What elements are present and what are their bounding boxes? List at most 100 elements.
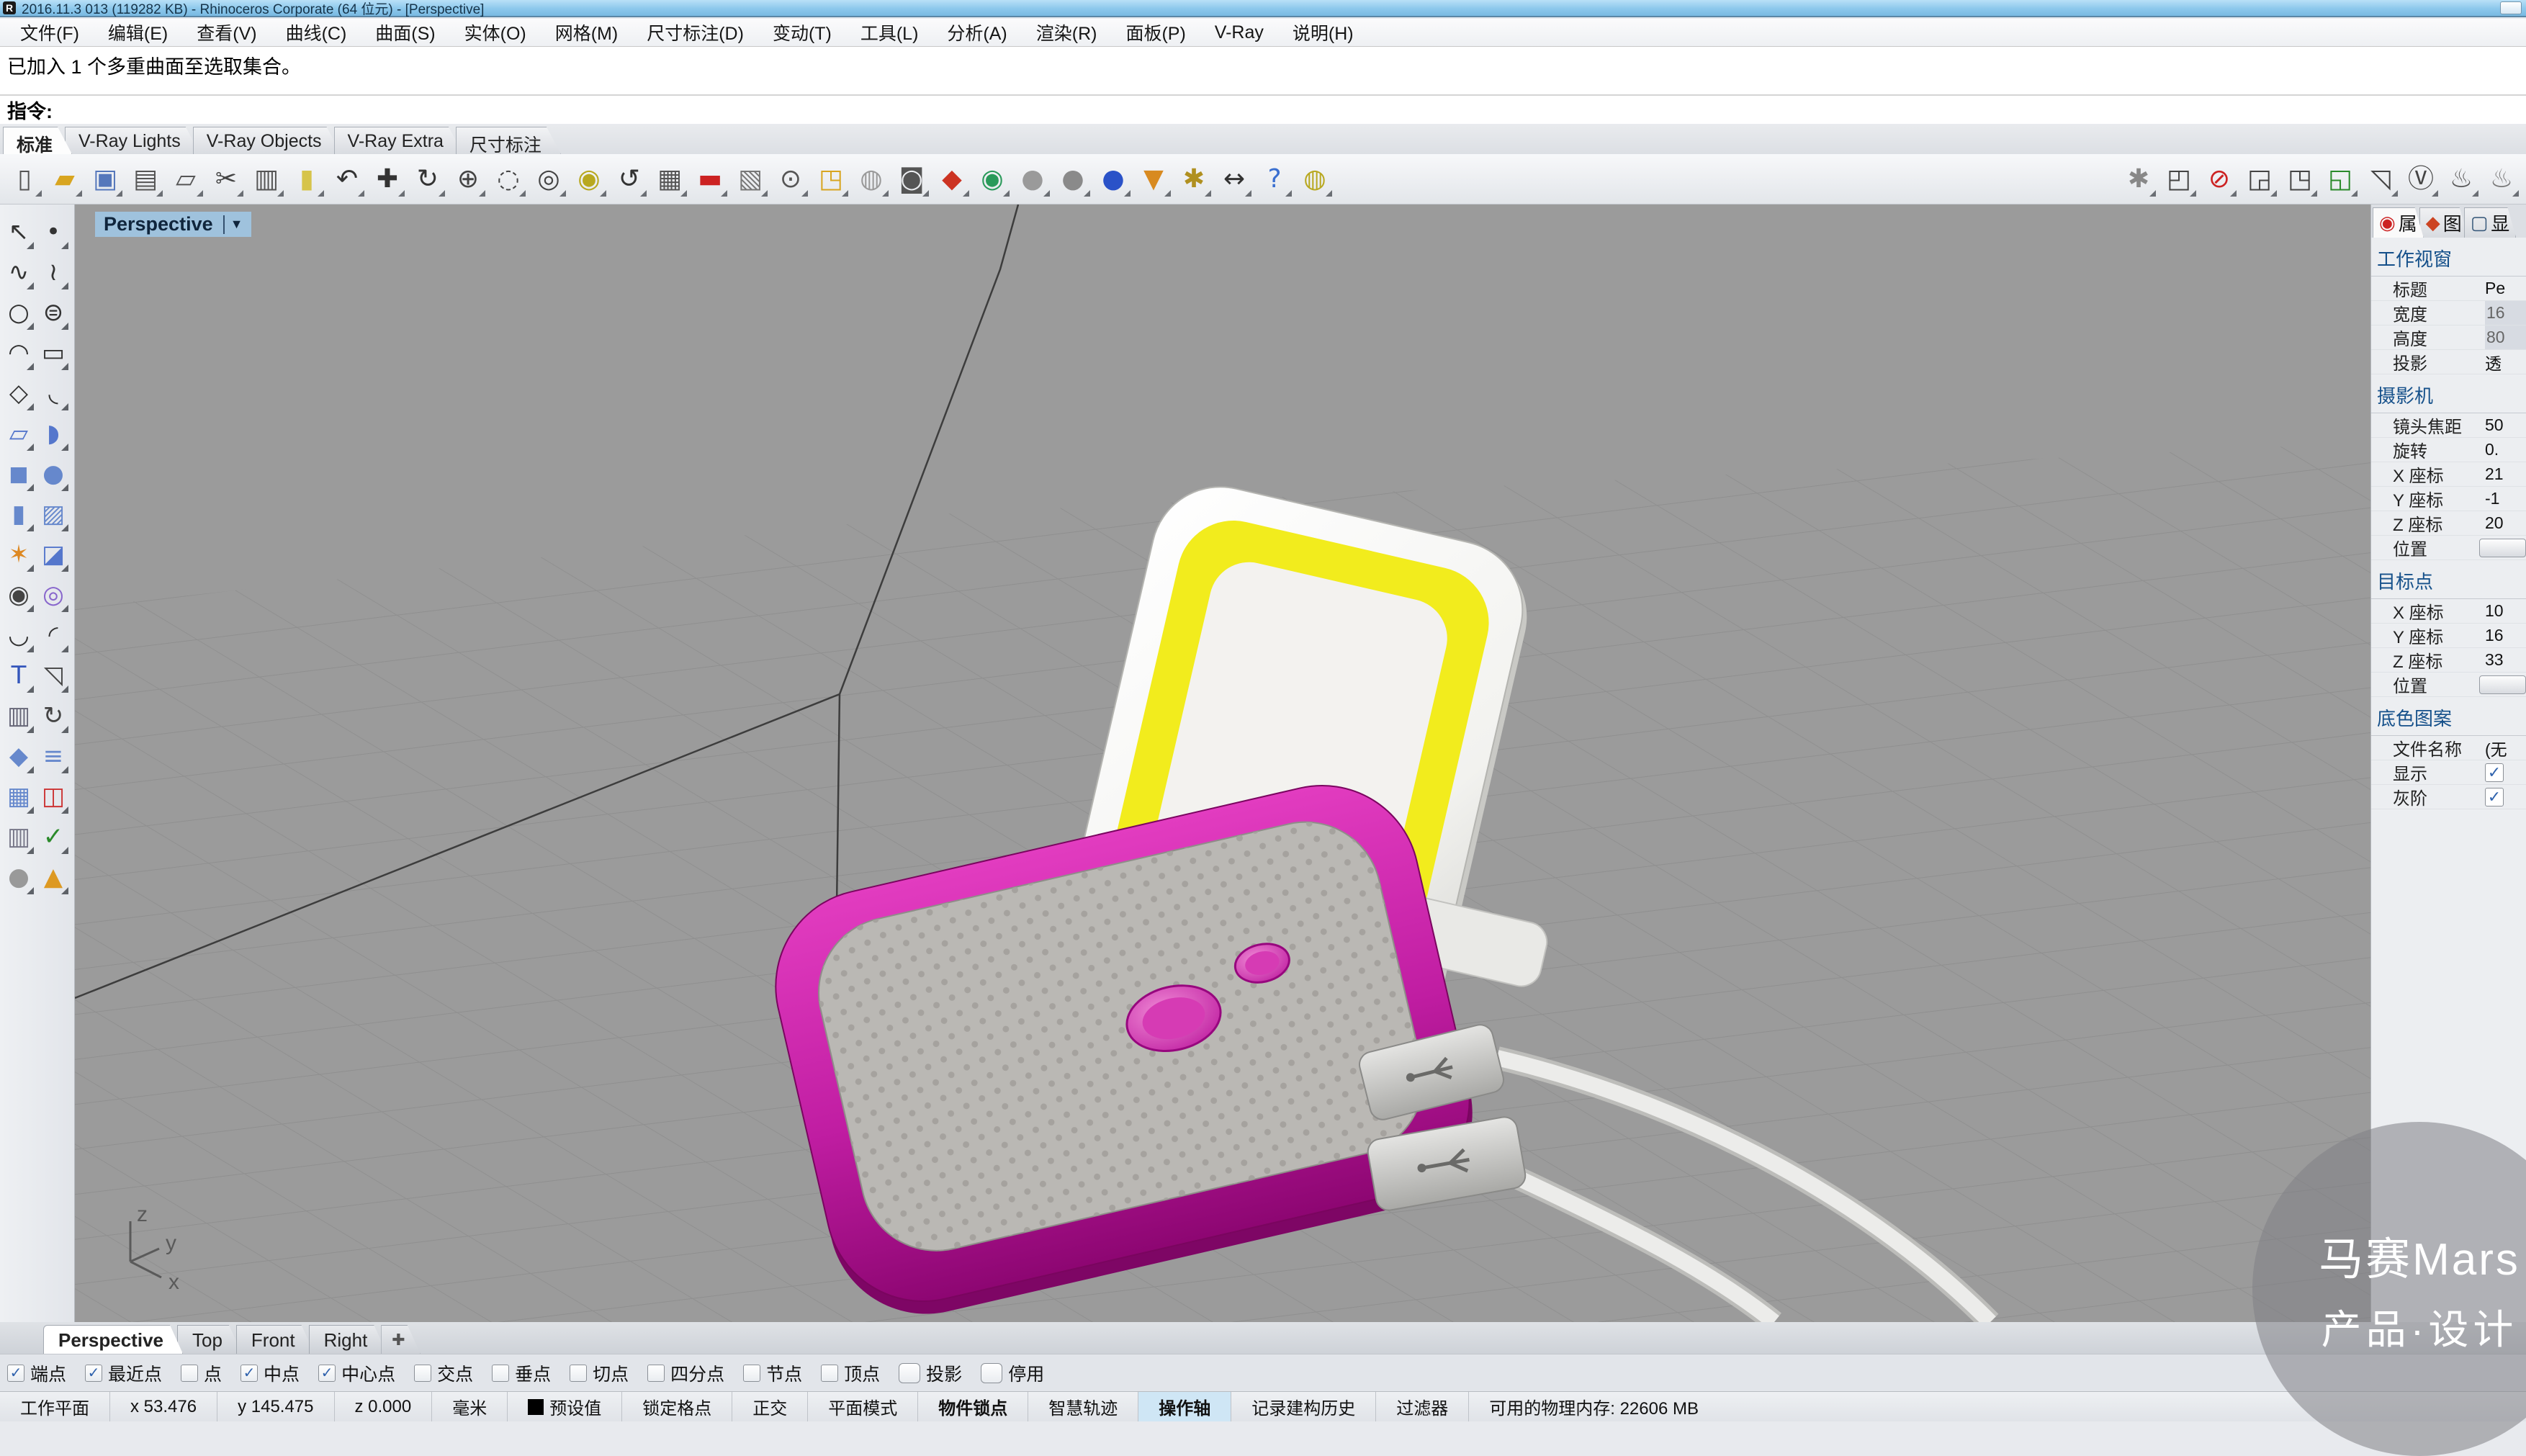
menu-item[interactable]: 尺寸标注(D) <box>632 17 758 48</box>
menu-item[interactable]: 工具(L) <box>846 17 933 48</box>
statusbar-segment[interactable]: 平面模式 <box>808 1392 918 1421</box>
lock-icon[interactable]: ◙ <box>893 161 930 198</box>
cplane-icon[interactable]: ▧ <box>732 161 769 198</box>
checkbox[interactable] <box>647 1365 665 1382</box>
solid-box-icon[interactable]: ◼ <box>1 454 36 494</box>
checkbox[interactable] <box>981 1363 1002 1383</box>
menu-item[interactable]: 文件(F) <box>6 17 94 48</box>
emboss-icon[interactable]: ≡ <box>36 736 71 776</box>
osnap-toggle[interactable]: ✓中心点 <box>318 1360 395 1386</box>
osnap-toggle[interactable]: 顶点 <box>821 1360 880 1386</box>
menu-item[interactable]: V-Ray <box>1200 19 1278 46</box>
checkbox[interactable]: ✓ <box>85 1365 102 1382</box>
checkbox[interactable] <box>414 1365 431 1382</box>
checkbox[interactable]: ✓ <box>241 1365 258 1382</box>
vray-material-editor-icon[interactable]: ◆ <box>933 161 971 198</box>
annotation-shapes-icon[interactable]: ◳ <box>812 161 850 198</box>
control-point-curve-icon[interactable]: ∿ <box>1 252 36 292</box>
position-button[interactable] <box>2479 539 2526 557</box>
curved-surface-icon[interactable]: ◗ <box>36 413 71 454</box>
surface-patch-icon[interactable]: ▨ <box>36 494 71 534</box>
statusbar-segment[interactable]: 锁定格点 <box>622 1392 732 1421</box>
menu-item[interactable]: 面板(P) <box>1111 17 1200 48</box>
osnap-toggle[interactable]: 投影 <box>899 1360 962 1386</box>
checkbox[interactable] <box>570 1365 587 1382</box>
toolbar-tab[interactable]: V-Ray Extra <box>334 127 463 154</box>
statusbar-segment[interactable]: 智慧轨迹 <box>1028 1392 1138 1421</box>
rebuild-curve-icon[interactable]: ◜ <box>36 615 71 655</box>
statusbar-segment[interactable]: 过滤器 <box>1376 1392 1469 1421</box>
checkbox[interactable] <box>743 1365 760 1382</box>
ellipse-icon[interactable]: ⊜ <box>36 292 71 333</box>
decal-side-icon[interactable]: ◳ <box>2281 161 2319 198</box>
window-restore-button[interactable] <box>2500 1 2522 14</box>
rotate-decal-icon[interactable]: ◰ <box>2160 161 2198 198</box>
help-icon[interactable]: ? <box>1256 161 1293 198</box>
checkbox[interactable]: ✓ <box>7 1365 24 1382</box>
zoom-window-icon[interactable]: ◌ <box>490 161 527 198</box>
toolbar-tab[interactable]: 尺寸标注 <box>456 127 561 154</box>
copy-icon[interactable]: ▥ <box>248 161 285 198</box>
osnap-toggle[interactable]: 停用 <box>981 1360 1044 1386</box>
cut-icon[interactable]: ✂ <box>207 161 245 198</box>
statusbar-segment[interactable]: 正交 <box>732 1392 808 1421</box>
checkbox[interactable]: ✓ <box>2485 788 2504 806</box>
solid-union-icon[interactable]: ◆ <box>1 736 36 776</box>
statusbar-segment[interactable]: 操作轴 <box>1138 1392 1231 1421</box>
statusbar-segment[interactable]: 预设值 <box>508 1392 622 1421</box>
checkbox[interactable] <box>181 1365 198 1382</box>
options-gears-icon[interactable]: ✱ <box>1175 161 1213 198</box>
mirror-icon[interactable]: ◫ <box>36 776 71 817</box>
surface-points-icon[interactable]: ▱ <box>1 413 36 454</box>
pyramid-icon[interactable]: ▲ <box>36 857 71 897</box>
render-blue-sphere-icon[interactable]: ● <box>1095 161 1132 198</box>
solid-cylinder-icon[interactable]: ▮ <box>1 494 36 534</box>
checkbox[interactable]: ✓ <box>2485 763 2504 782</box>
export-icon[interactable]: ▱ <box>167 161 204 198</box>
zoom-target-icon[interactable]: ◉ <box>570 161 608 198</box>
toolbar-tab[interactable]: V-Ray Objects <box>193 127 341 154</box>
trim-icon[interactable]: ◪ <box>36 534 71 575</box>
menu-item[interactable]: 说明(H) <box>1278 17 1368 48</box>
scale-icon[interactable]: ◹ <box>36 655 71 696</box>
viewport-tab[interactable]: ✚ <box>381 1325 420 1354</box>
decal-front-icon[interactable]: ◲ <box>2241 161 2278 198</box>
statusbar-segment[interactable]: y 145.475 <box>217 1392 334 1421</box>
interpolate-curve-icon[interactable]: ≀ <box>36 252 71 292</box>
rectangle-icon[interactable]: ▭ <box>36 333 71 373</box>
menu-item[interactable]: 变动(T) <box>758 17 846 48</box>
copy-objects-icon[interactable]: ▥ <box>1 696 36 736</box>
toolbar-tab[interactable]: V-Ray Lights <box>65 127 200 154</box>
zoom-dynamic-icon[interactable]: ⊕ <box>449 161 487 198</box>
disable-decal-icon[interactable]: ⊘ <box>2201 161 2238 198</box>
four-viewports-icon[interactable]: ▦ <box>651 161 688 198</box>
decal-move-icon[interactable]: ◱ <box>2322 161 2359 198</box>
osnap-toggle[interactable]: 节点 <box>743 1360 802 1386</box>
position-button[interactable] <box>2479 675 2526 694</box>
save-icon[interactable]: ▣ <box>86 161 124 198</box>
statusbar-segment[interactable]: 物件锁点 <box>918 1392 1028 1421</box>
what-this-icon[interactable]: ◍ <box>1296 161 1334 198</box>
filter-cone-icon[interactable]: ▼ <box>1135 161 1172 198</box>
viewport-tab[interactable]: Front <box>236 1325 315 1354</box>
array-icon[interactable]: ▦ <box>1 776 36 817</box>
layers-tab[interactable]: ◆图 <box>2419 207 2468 238</box>
menu-item[interactable]: 查看(V) <box>182 17 271 48</box>
viewport-canvas[interactable]: z y x <box>75 205 2370 1322</box>
statusbar-segment[interactable]: x 53.476 <box>110 1392 217 1421</box>
light-icon[interactable]: ◍ <box>853 161 890 198</box>
statusbar-segment[interactable]: z 0.000 <box>335 1392 433 1421</box>
viewport-tab[interactable]: Right <box>309 1325 387 1354</box>
select-pointer-icon[interactable]: ↖ <box>1 212 36 252</box>
select-check-icon[interactable]: ✓ <box>36 817 71 857</box>
menu-item[interactable]: 实体(O) <box>450 17 541 48</box>
statusbar-segment[interactable]: 毫米 <box>432 1392 508 1421</box>
print-icon[interactable]: ▤ <box>127 161 164 198</box>
arc-icon[interactable]: ◠ <box>1 333 36 373</box>
menu-item[interactable]: 曲面(S) <box>361 17 449 48</box>
point-icon[interactable]: • <box>36 212 71 252</box>
viewport-tab[interactable]: Top <box>177 1325 242 1354</box>
render-sphere-icon[interactable]: ● <box>1014 161 1051 198</box>
undo-icon[interactable]: ↶ <box>328 161 366 198</box>
menu-item[interactable]: 网格(M) <box>541 17 632 48</box>
